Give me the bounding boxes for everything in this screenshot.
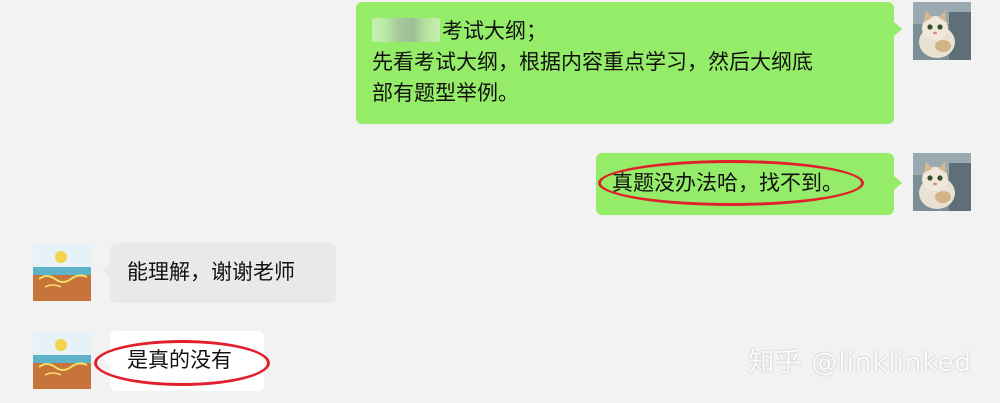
- message-bubble-sent[interactable]: 考试大纲； 先看考试大纲，根据内容重点学习，然后大纲底 部有题型举例。: [356, 2, 894, 124]
- summer-avatar[interactable]: [33, 331, 91, 389]
- bubble-tail: [894, 22, 902, 36]
- summer-beach-icon: [33, 331, 91, 389]
- cat-avatar[interactable]: [913, 2, 971, 60]
- cat-photo-icon: [913, 2, 971, 60]
- summer-beach-icon: [33, 243, 91, 301]
- message-line: 考试大纲；: [372, 16, 878, 47]
- message-bubble-sent[interactable]: 真题没办法哈，找不到。: [596, 153, 894, 215]
- message-text: 真题没办法哈，找不到。: [612, 171, 843, 195]
- message-text: 能理解，谢谢老师: [127, 260, 295, 284]
- redacted-name: [372, 18, 440, 42]
- message-text: 是真的没有: [127, 348, 232, 372]
- message-line: 部有题型举例。: [372, 81, 519, 105]
- bubble-tail: [102, 351, 110, 365]
- bubble-tail: [894, 176, 902, 190]
- message-bubble-received[interactable]: 是真的没有: [110, 331, 264, 391]
- summer-avatar[interactable]: [33, 243, 91, 301]
- message-bubble-received[interactable]: 能理解，谢谢老师: [110, 243, 336, 303]
- bubble-tail: [102, 263, 110, 277]
- cat-photo-icon: [913, 153, 971, 211]
- watermark-text: 知乎 @linklinked: [748, 348, 972, 378]
- cat-avatar[interactable]: [913, 153, 971, 211]
- message-line: 先看考试大纲，根据内容重点学习，然后大纲底: [372, 50, 813, 74]
